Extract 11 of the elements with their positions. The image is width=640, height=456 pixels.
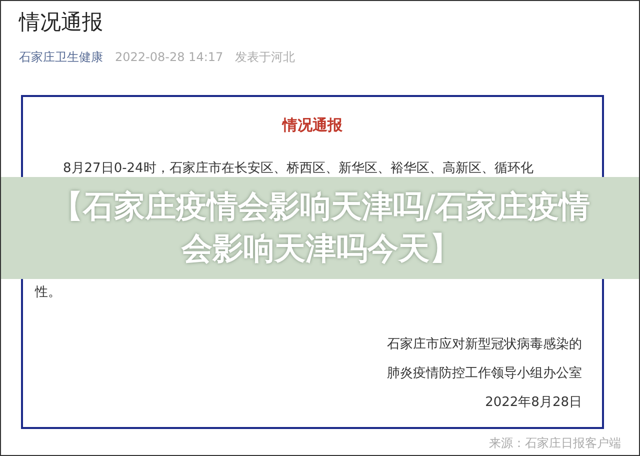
publish-time: 2022-08-28 14:17: [115, 49, 224, 65]
signature-line: 2022年8月28日: [485, 394, 582, 412]
article-title: 情况通报: [19, 9, 104, 35]
signature-line: 石家庄市应对新型冠状病毒感染的: [387, 336, 582, 354]
signature-line: 肺炎疫情防控工作领导小组办公室: [387, 365, 582, 383]
author-link[interactable]: 石家庄卫生健康: [19, 49, 103, 65]
notice-text-line: 8月27日0-24时，石家庄市在长安区、桥西区、新华区、裕华区、高新区、循环化: [62, 160, 534, 178]
source-text: 来源：石家庄日报客户端: [489, 435, 621, 452]
notice-text-line: 性。: [35, 284, 62, 302]
publish-location: 发表于河北: [235, 49, 296, 65]
notice-title: 情况通报: [282, 115, 342, 135]
